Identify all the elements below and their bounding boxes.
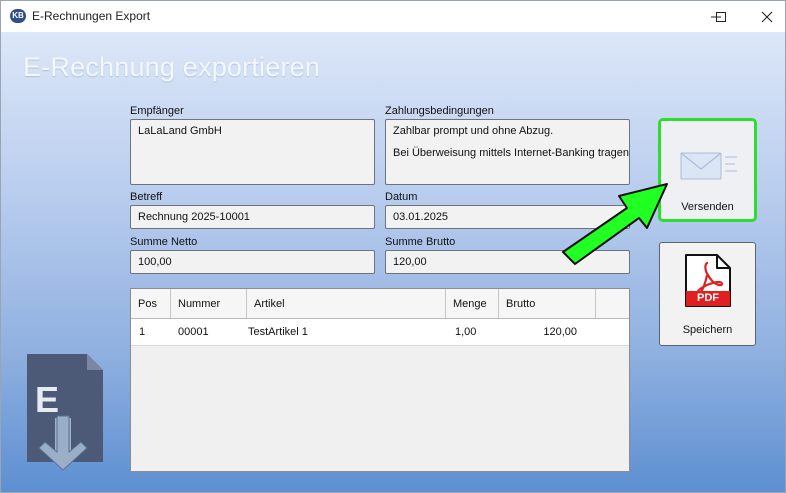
column-header-artikel[interactable]: Artikel: [247, 289, 446, 319]
column-header-filler: [596, 289, 629, 319]
net-total-label: Summe Netto: [130, 236, 198, 248]
page-title: E-Rechnung exportieren: [23, 52, 321, 82]
column-header-pos[interactable]: Pos: [131, 289, 171, 319]
maximize-icon: [716, 12, 726, 22]
payment-terms-label: Zahlungsbedingungen: [385, 105, 494, 117]
close-icon: [761, 11, 773, 23]
recipient-value: LaLaLand GmbH: [138, 125, 222, 137]
envelope-icon: [680, 152, 737, 180]
e-invoice-download-icon: E: [27, 354, 103, 471]
gross-total-value: 120,00: [393, 256, 427, 268]
cell-nummer: 00001: [178, 326, 209, 338]
cell-menge: 1,00: [455, 326, 477, 338]
subject-label: Betreff: [130, 191, 163, 203]
table-header: Pos Nummer Artikel Menge Brutto: [131, 289, 629, 319]
column-header-nummer[interactable]: Nummer: [171, 289, 247, 319]
cell-pos: 1: [139, 326, 146, 338]
recipient-field[interactable]: LaLaLand GmbH: [130, 119, 375, 185]
date-label: Datum: [385, 191, 418, 203]
subject-value: Rechnung 2025-10001: [138, 211, 250, 223]
e-logo-letter: E: [35, 379, 59, 420]
net-total-field[interactable]: 100,00: [130, 250, 375, 274]
window-title: E-Rechnungen Export: [32, 9, 151, 23]
payment-terms-line-2: Bei Überweisung mittels Internet-Banking…: [393, 147, 630, 159]
client-area: E-Rechnung exportieren Empfänger LaLaLan…: [1, 32, 785, 492]
cell-brutto: 120,00: [543, 326, 577, 338]
title-bar[interactable]: KB E-Rechnungen Export: [1, 1, 785, 32]
recipient-label: Empfänger: [130, 105, 184, 117]
column-header-menge[interactable]: Menge: [446, 289, 499, 319]
export-window: KB E-Rechnungen Export E-Rechnung export…: [0, 0, 786, 493]
cell-artikel: TestArtikel 1: [248, 326, 308, 338]
date-value: 03.01.2025: [393, 211, 449, 223]
green-arrow-icon: [562, 183, 668, 265]
subject-field[interactable]: Rechnung 2025-10001: [130, 205, 375, 229]
pdf-badge-text: PDF: [697, 292, 719, 304]
save-button-label: Speichern: [682, 324, 733, 336]
payment-terms-line-1: Zahlbar prompt und ohne Abzug.: [393, 125, 554, 137]
column-header-brutto[interactable]: Brutto: [499, 289, 596, 319]
close-button[interactable]: [739, 1, 785, 32]
items-table[interactable]: Pos Nummer Artikel Menge Brutto 1 00001 …: [130, 288, 630, 472]
gross-total-label: Summe Brutto: [385, 236, 456, 248]
app-icon: KB: [10, 9, 26, 23]
payment-terms-spacer: [393, 137, 622, 147]
net-total-value: 100,00: [138, 256, 172, 268]
table-row[interactable]: 1 00001 TestArtikel 1 1,00 120,00: [131, 319, 629, 346]
